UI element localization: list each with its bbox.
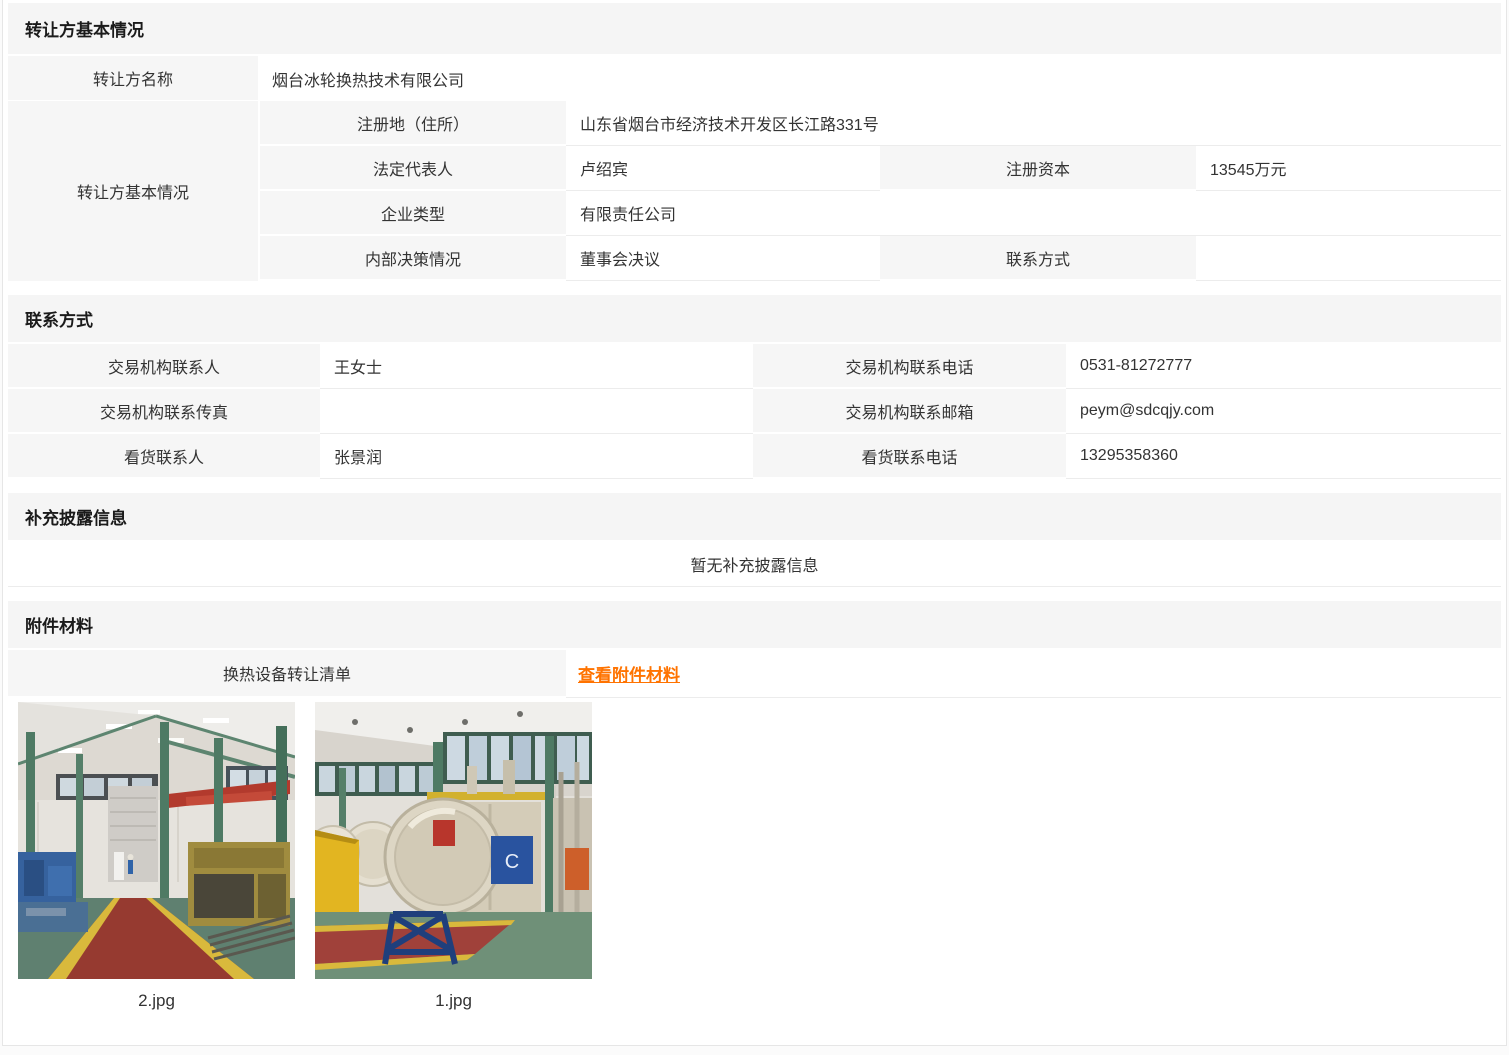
section-attachments-title: 附件材料 <box>8 601 1501 648</box>
enterprise-type-value: 有限责任公司 <box>566 191 1501 236</box>
attachment-thumbnail-1jpg[interactable]: C <box>315 702 592 979</box>
section-contact-title: 联系方式 <box>8 295 1501 342</box>
agency-contact-email-value: peym@sdcqjy.com <box>1066 389 1501 434</box>
agency-contact-fax-label: 交易机构联系传真 <box>8 389 320 434</box>
contact-method-value <box>1196 236 1501 281</box>
viewing-contact-person-label: 看货联系人 <box>8 434 320 479</box>
section-basic-info-title: 转让方基本情况 <box>8 3 1501 54</box>
basic-info-group-label: 转让方基本情况 <box>8 101 258 281</box>
attachment-thumbnails: 2.jpg <box>8 702 1501 1011</box>
contact-table: 交易机构联系人 王女士 交易机构联系电话 0531-81272777 交易机构联… <box>8 344 1501 479</box>
agency-contact-fax-value <box>320 389 753 434</box>
registered-address-label: 注册地（住所） <box>258 101 566 146</box>
section-supplement-title: 补充披露信息 <box>8 493 1501 540</box>
agency-contact-person-value: 王女士 <box>320 344 753 389</box>
svg-text:C: C <box>505 851 519 873</box>
registered-capital-label: 注册资本 <box>880 146 1196 191</box>
enterprise-type-label: 企业类型 <box>258 191 566 236</box>
agency-contact-person-label: 交易机构联系人 <box>8 344 320 389</box>
agency-contact-phone-value: 0531-81272777 <box>1066 344 1501 389</box>
agency-contact-email-label: 交易机构联系邮箱 <box>753 389 1066 434</box>
attachment-filename-1jpg: 1.jpg <box>315 991 592 1011</box>
view-attachment-link[interactable]: 查看附件材料 <box>578 661 680 686</box>
section-attachments: 附件材料 换热设备转让清单 查看附件材料 <box>8 601 1501 1011</box>
viewing-contact-phone-label: 看货联系电话 <box>753 434 1066 479</box>
legal-representative-label: 法定代表人 <box>258 146 566 191</box>
attachment-link-cell: 查看附件材料 <box>566 650 1501 698</box>
registered-capital-value: 13545万元 <box>1196 146 1501 191</box>
viewing-contact-person-value: 张景润 <box>320 434 753 479</box>
viewing-contact-phone-value: 13295358360 <box>1066 434 1501 479</box>
attachment-figure-2jpg: 2.jpg <box>18 702 295 1011</box>
page-content: 转让方基本情况 转让方名称 烟台冰轮换热技术有限公司 转让方基本情况 注册地（住… <box>2 0 1507 1046</box>
internal-decision-label: 内部决策情况 <box>258 236 566 281</box>
heat-exchanger-illustration: C <box>315 702 592 979</box>
registered-address-value: 山东省烟台市经济技术开发区长江路331号 <box>566 101 1501 146</box>
attachments-table: 换热设备转让清单 查看附件材料 <box>8 650 1501 698</box>
transferor-name-value: 烟台冰轮换热技术有限公司 <box>258 56 1501 102</box>
basic-info-table: 转让方名称 烟台冰轮换热技术有限公司 转让方基本情况 注册地（住所） 山东省烟台… <box>8 56 1501 281</box>
attachment-thumbnail-2jpg[interactable] <box>18 702 295 979</box>
agency-contact-phone-label: 交易机构联系电话 <box>753 344 1066 389</box>
transferor-name-label: 转让方名称 <box>8 56 258 102</box>
section-basic-info: 转让方基本情况 转让方名称 烟台冰轮换热技术有限公司 转让方基本情况 注册地（住… <box>8 3 1501 281</box>
supplement-empty-text: 暂无补充披露信息 <box>8 542 1501 587</box>
attachment-item-label: 换热设备转让清单 <box>8 650 566 698</box>
internal-decision-value: 董事会决议 <box>566 236 880 281</box>
contact-method-label: 联系方式 <box>880 236 1196 281</box>
section-contact: 联系方式 交易机构联系人 王女士 交易机构联系电话 0531-81272777 … <box>8 295 1501 479</box>
section-supplement: 补充披露信息 暂无补充披露信息 <box>8 493 1501 587</box>
legal-representative-value: 卢绍宾 <box>566 146 880 191</box>
factory-workshop-illustration <box>18 702 295 979</box>
attachment-filename-2jpg: 2.jpg <box>18 991 295 1011</box>
attachment-figure-1jpg: C <box>315 702 592 1011</box>
